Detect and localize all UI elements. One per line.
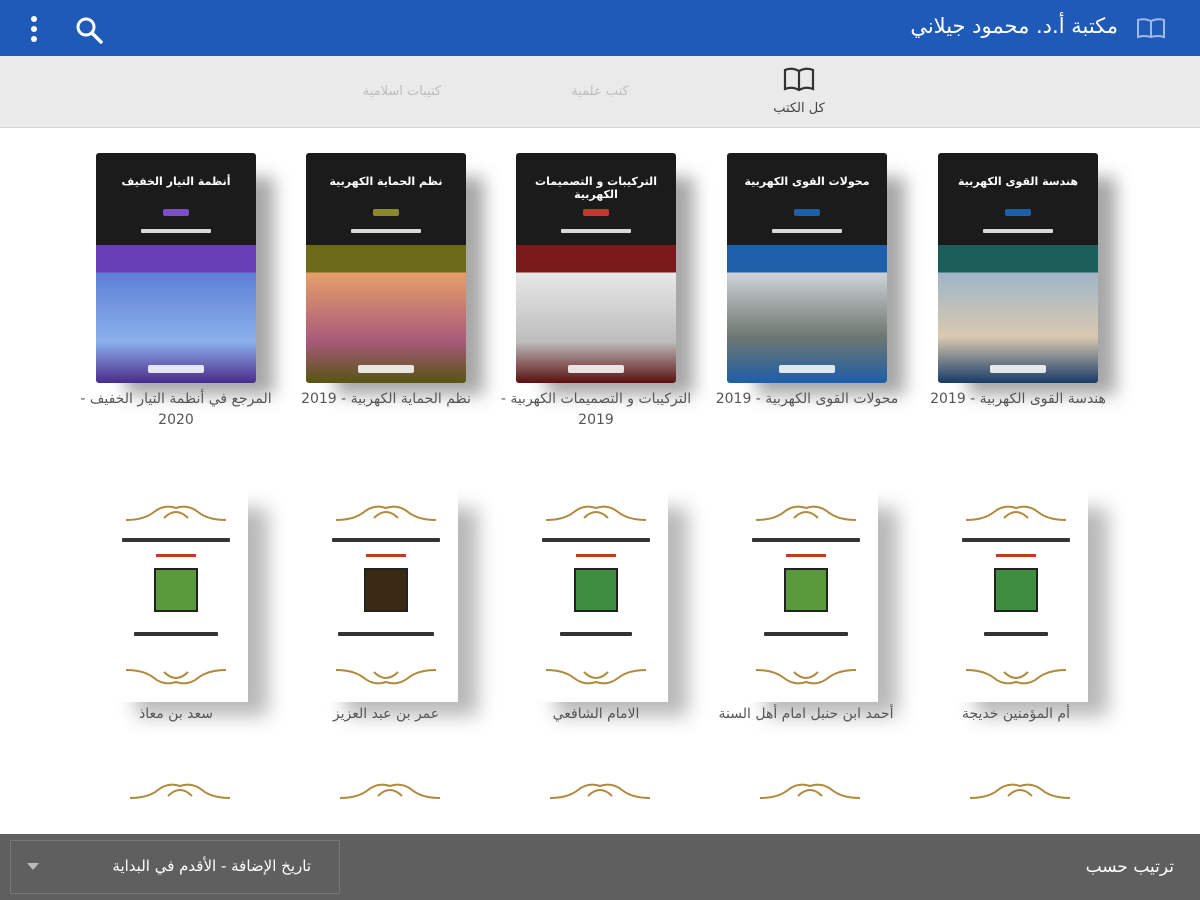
year-badge bbox=[794, 209, 820, 216]
cover-text-line bbox=[134, 632, 218, 636]
search-icon[interactable] bbox=[74, 15, 104, 45]
cover-text-line bbox=[984, 632, 1048, 636]
cover-author-line bbox=[786, 554, 826, 557]
tab-label: كتب علمية bbox=[571, 84, 629, 99]
year-badge bbox=[1005, 209, 1031, 216]
book-caption: المرجع في أنظمة التيار الخفيف - 2020 bbox=[80, 391, 272, 428]
booklet-cover bbox=[314, 482, 458, 702]
cover-author bbox=[351, 229, 421, 233]
cover-title: أنظمة التيار الخفيف bbox=[121, 175, 231, 188]
cover-author-line bbox=[576, 554, 616, 557]
ornament-top bbox=[125, 505, 227, 521]
cover-author-line bbox=[996, 554, 1036, 557]
publisher-mark bbox=[358, 365, 414, 373]
year-badge bbox=[163, 209, 189, 216]
cover-title: هندسة القوى الكهربية bbox=[957, 175, 1079, 188]
book-cover: التركيبات و التصميمات الكهربية bbox=[516, 153, 676, 383]
book-cover: نظم الحماية الكهربية bbox=[306, 153, 466, 383]
cover-author-line bbox=[156, 554, 196, 557]
booklet-cover bbox=[524, 482, 668, 702]
tab-all-books[interactable]: كل الكتب bbox=[719, 56, 879, 128]
cover-text-line bbox=[764, 632, 848, 636]
cover-text-line bbox=[122, 538, 230, 542]
more-vert-icon[interactable] bbox=[24, 14, 44, 44]
app-title: مكتبة أ.د. محمود جيلاني bbox=[910, 14, 1118, 38]
ornament-top bbox=[335, 505, 437, 521]
ornament-bottom bbox=[545, 669, 647, 685]
cover-text-line bbox=[332, 538, 440, 542]
ornament-top bbox=[969, 783, 1071, 799]
ornament-top bbox=[759, 783, 861, 799]
book-open-icon bbox=[783, 67, 815, 92]
app-bar: مكتبة أ.د. محمود جيلاني bbox=[0, 0, 1200, 56]
calligraphy-medallion bbox=[154, 568, 198, 612]
booklet-caption: عمر بن عبد العزيز bbox=[332, 706, 440, 722]
ornament-bottom bbox=[755, 669, 857, 685]
ornament-top bbox=[129, 783, 231, 799]
ornament-top bbox=[755, 505, 857, 521]
sort-dropdown[interactable]: تاريخ الإضافة - الأقدم في البداية bbox=[10, 840, 340, 894]
cover-author bbox=[141, 229, 211, 233]
book-cover: محولات القوى الكهربية bbox=[727, 153, 887, 383]
ornament-top bbox=[545, 505, 647, 521]
cover-text-line bbox=[752, 538, 860, 542]
calligraphy-medallion bbox=[784, 568, 828, 612]
booklet-caption: سعد بن معاذ bbox=[138, 706, 214, 722]
tab-label: كتيبات اسلامية bbox=[362, 84, 442, 99]
booklet-caption: أم المؤمنين خديجة bbox=[962, 706, 1070, 722]
ornament-bottom bbox=[125, 669, 227, 685]
cover-title: نظم الحماية الكهربية bbox=[329, 175, 443, 188]
cover-title: التركيبات و التصميمات الكهربية bbox=[535, 175, 657, 201]
cover-text-line bbox=[338, 632, 434, 636]
calligraphy-medallion bbox=[364, 568, 408, 612]
sort-bar: ترتيب حسب تاريخ الإضافة - الأقدم في البد… bbox=[0, 834, 1200, 900]
booklet-cover bbox=[734, 482, 878, 702]
ornament-bottom bbox=[965, 669, 1067, 685]
book-cover: أنظمة التيار الخفيف bbox=[96, 153, 256, 383]
publisher-mark bbox=[990, 365, 1046, 373]
sort-label: ترتيب حسب bbox=[1085, 857, 1174, 877]
book-caption: محولات القوى الكهربية - 2019 bbox=[715, 391, 899, 407]
publisher-mark bbox=[779, 365, 835, 373]
ornament-top bbox=[965, 505, 1067, 521]
book-grid: هندسة القوى الكهربية هندسة القوى الكهربي… bbox=[0, 128, 1200, 834]
book-open-icon bbox=[1137, 18, 1165, 39]
cover-title: محولات القوى الكهربية bbox=[744, 175, 870, 188]
publisher-mark bbox=[568, 365, 624, 373]
tab-label: كل الكتب bbox=[773, 101, 825, 116]
cover-text-line bbox=[542, 538, 650, 542]
ornament-bottom bbox=[335, 669, 437, 685]
ornament-top bbox=[339, 783, 441, 799]
cover-author-line bbox=[366, 554, 406, 557]
publisher-mark bbox=[148, 365, 204, 373]
book-caption: نظم الحماية الكهربية - 2019 bbox=[301, 391, 471, 407]
booklet-cover bbox=[944, 482, 1088, 702]
tab-scientific-books[interactable]: كتب علمية bbox=[520, 56, 680, 128]
book-caption: هندسة القوى الكهربية - 2019 bbox=[930, 391, 1106, 407]
sort-selected-value: تاريخ الإضافة - الأقدم في البداية bbox=[112, 857, 311, 875]
booklet-caption: أحمد ابن حنبل امام أهل السنة bbox=[718, 706, 894, 722]
calligraphy-medallion bbox=[574, 568, 618, 612]
year-badge bbox=[583, 209, 609, 216]
book-caption: التركيبات و التصميمات الكهربية - 2019 bbox=[500, 391, 692, 428]
booklet-cover bbox=[104, 482, 248, 702]
tab-islamic-booklets[interactable]: كتيبات اسلامية bbox=[322, 56, 482, 128]
cover-author bbox=[983, 229, 1053, 233]
category-tabs: كل الكتب كتب علمية كتيبات اسلامية bbox=[0, 56, 1200, 128]
caret-down-icon bbox=[27, 863, 39, 870]
book-cover: هندسة القوى الكهربية bbox=[938, 153, 1098, 383]
ornament-top bbox=[549, 783, 651, 799]
calligraphy-medallion bbox=[994, 568, 1038, 612]
cover-text-line bbox=[962, 538, 1070, 542]
cover-author bbox=[772, 229, 842, 233]
cover-text-line bbox=[560, 632, 632, 636]
year-badge bbox=[373, 209, 399, 216]
cover-author bbox=[561, 229, 631, 233]
booklet-caption: الامام الشافعي bbox=[552, 706, 640, 722]
